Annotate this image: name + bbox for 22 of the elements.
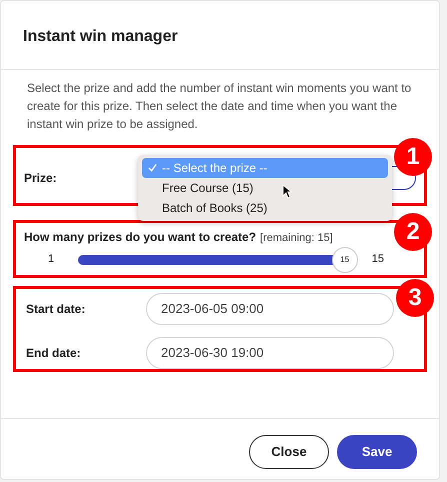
quantity-question: How many prizes do you want to create? xyxy=(24,229,256,246)
dropdown-option[interactable]: Free Course (15) xyxy=(142,178,388,198)
dropdown-option[interactable]: Batch of Books (25) xyxy=(142,198,388,218)
slider-min: 1 xyxy=(48,252,56,268)
date-label: Start date: xyxy=(26,300,86,318)
description: Select the prize and add the number of instant win moments you want to create for this prize. Then select the date and time when you want the instant win prize to be assigned. xyxy=(26,80,412,133)
callout-number: 1 xyxy=(394,138,432,176)
prize-label: Prize: xyxy=(24,170,58,187)
slider-thumb[interactable]: 15 xyxy=(332,246,358,272)
date-field[interactable]: 2023-06-05 09:00 xyxy=(146,292,394,324)
slider-max: 15 xyxy=(372,252,384,268)
cursor-icon xyxy=(282,184,292,199)
callout-number: 3 xyxy=(396,278,434,316)
close-button[interactable]: Close xyxy=(249,434,329,468)
save-button[interactable]: Save xyxy=(337,434,417,468)
modal-title: Instant win manager xyxy=(22,27,179,47)
remaining-count: [remaining: 15] xyxy=(260,231,333,246)
slider-track[interactable]: 15 xyxy=(78,246,358,274)
date-label: End date: xyxy=(26,344,82,362)
callout-number: 2 xyxy=(394,213,432,251)
check-icon xyxy=(148,163,157,172)
date-field[interactable]: 2023-06-30 19:00 xyxy=(146,336,394,368)
